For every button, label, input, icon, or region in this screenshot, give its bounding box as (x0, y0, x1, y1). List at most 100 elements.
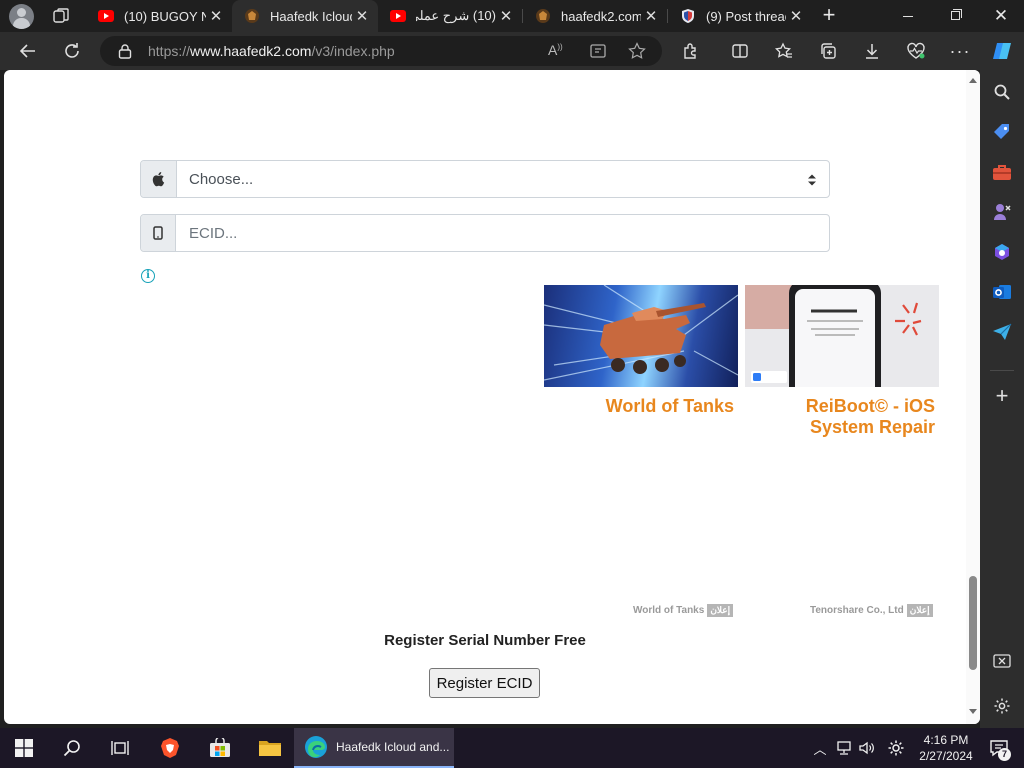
ad-badge: إعلان (707, 604, 734, 617)
chevron-up-icon[interactable]: ︿ (810, 728, 830, 768)
youtube-icon (390, 10, 406, 22)
collections-button[interactable] (814, 37, 842, 65)
back-button[interactable] (14, 37, 42, 65)
close-window-button[interactable]: ✕ (990, 5, 1012, 27)
brave-lion-icon (161, 738, 179, 758)
ad-source-label: World of Tanks (633, 605, 705, 616)
page-scrollbar[interactable] (966, 70, 980, 724)
settings-menu-button[interactable]: ··· (946, 37, 974, 65)
haafedk-icon (536, 9, 550, 23)
extensions-button[interactable] (677, 37, 705, 65)
settings-gear-icon[interactable] (885, 728, 907, 768)
task-view-icon (111, 741, 129, 755)
download-icon (866, 44, 878, 59)
device-select-value: Choose... (189, 171, 254, 188)
clock-date: 2/27/2024 (919, 749, 973, 763)
url-text[interactable]: https://www.haafedk2.com/v3/index.php (148, 43, 395, 59)
address-bar[interactable]: https://www.haafedk2.com/v3/index.php A)… (100, 36, 662, 66)
workspaces-icon[interactable] (52, 7, 70, 25)
favorites-button[interactable] (770, 37, 798, 65)
mobile-phone-icon (141, 215, 176, 251)
drop-send-icon[interactable] (990, 320, 1014, 344)
tab-title: (9) Post thread (706, 8, 786, 24)
close-icon[interactable]: ✕ (496, 7, 516, 25)
scroll-down-icon[interactable] (968, 708, 978, 716)
copilot-button[interactable] (988, 37, 1016, 65)
hide-sidebar-icon[interactable] (990, 650, 1014, 674)
close-icon[interactable]: ✕ (206, 7, 226, 25)
info-icon[interactable]: i (141, 269, 155, 283)
split-screen-button[interactable] (726, 37, 754, 65)
arrow-left-icon (19, 44, 35, 58)
refresh-icon (65, 43, 79, 58)
favorites-icon (775, 42, 792, 58)
scroll-up-icon[interactable] (968, 76, 978, 84)
taskbar-explorer-button[interactable] (246, 728, 294, 768)
network-icon[interactable] (834, 728, 854, 768)
ad-source-tenorshare[interactable]: Tenorshare Co., Ltd إعلان (810, 604, 933, 617)
taskbar-edge-task[interactable]: Haafedk Icloud and... (294, 728, 454, 768)
taskbar-store-button[interactable] (196, 728, 244, 768)
taskbar-brave-button[interactable] (146, 728, 194, 768)
ecid-input[interactable] (177, 215, 829, 251)
volume-icon[interactable] (857, 728, 877, 768)
select-arrows-icon (808, 174, 816, 186)
minimize-button[interactable] (896, 6, 920, 26)
system-clock[interactable]: 4:16 PM 2/27/2024 (918, 732, 974, 764)
search-icon[interactable] (990, 80, 1014, 104)
taskbar-search-button[interactable] (48, 728, 96, 768)
ad-image-world-of-tanks[interactable] (544, 285, 738, 387)
notifications-button[interactable]: 7 (986, 728, 1012, 768)
close-icon[interactable]: ✕ (786, 7, 806, 25)
tab-title: (10) BUGOY NA (124, 8, 206, 24)
immersive-reader-icon[interactable] (590, 43, 608, 59)
lock-icon[interactable] (118, 43, 132, 59)
scrollbar-thumb[interactable] (969, 576, 977, 670)
read-aloud-icon[interactable]: A)) (548, 42, 563, 58)
ad-image-reiboot[interactable] (745, 285, 939, 387)
games-icon[interactable] (990, 200, 1014, 224)
tab-youtube-bugoy[interactable]: (10) BUGOY NA ✕ (86, 0, 232, 32)
ad-title-reiboot[interactable]: ReiBoot© - iOS System Repair (780, 396, 935, 438)
folder-icon (259, 741, 281, 756)
ecid-input-group[interactable] (140, 214, 830, 252)
tab-title: haafedk2.com (561, 8, 641, 24)
puzzle-icon (684, 43, 696, 59)
copilot-icon (993, 43, 1011, 59)
shopping-tag-icon[interactable] (990, 120, 1014, 144)
star-icon[interactable] (628, 42, 646, 60)
register-ecid-button[interactable]: Register ECID (429, 668, 540, 698)
tab-youtube-arabic[interactable]: (10) شرح عملي ✕ (378, 0, 522, 32)
close-icon[interactable]: ✕ (641, 7, 661, 25)
sidebar-settings-icon[interactable] (990, 694, 1014, 718)
microsoft-365-icon[interactable] (990, 240, 1014, 264)
ad-title-world-of-tanks[interactable]: World of Tanks (544, 396, 734, 417)
new-tab-button[interactable]: + (818, 4, 840, 27)
task-view-button[interactable] (96, 728, 144, 768)
browser-essentials-button[interactable] (902, 37, 930, 65)
start-button[interactable] (0, 728, 48, 768)
haafedk-icon (245, 9, 259, 23)
profile-avatar[interactable] (9, 4, 34, 29)
ad-source-world-of-tanks[interactable]: World of Tanks إعلان (633, 604, 734, 617)
downloads-button[interactable] (858, 37, 886, 65)
tab-title: (10) شرح عملي (416, 8, 496, 23)
tab-post-thread[interactable]: (9) Post thread ✕ (668, 0, 812, 32)
apple-icon (141, 161, 177, 197)
outlook-icon[interactable] (990, 280, 1014, 304)
refresh-button[interactable] (58, 37, 86, 65)
add-sidebar-app-icon[interactable]: + (990, 383, 1014, 408)
restore-button[interactable] (943, 6, 967, 26)
ad-source-label: Tenorshare Co., Ltd (810, 605, 904, 616)
browser-toolbar: https://www.haafedk2.com/v3/index.php A)… (0, 32, 1024, 70)
windows-logo-icon (15, 739, 33, 757)
tab-haafedk2[interactable]: haafedk2.com ✕ (523, 0, 667, 32)
tools-briefcase-icon[interactable] (990, 160, 1014, 184)
device-select-group[interactable]: Choose... (140, 160, 830, 198)
web-page: Choose... i World of Tanks (4, 70, 980, 724)
shield-icon (682, 9, 694, 23)
tab-haafedk-icloud[interactable]: Haafedk Icloud ✕ (232, 0, 378, 32)
close-icon[interactable]: ✕ (352, 7, 372, 25)
heart-pulse-icon (907, 42, 925, 59)
tab-title: Haafedk Icloud (270, 8, 352, 24)
